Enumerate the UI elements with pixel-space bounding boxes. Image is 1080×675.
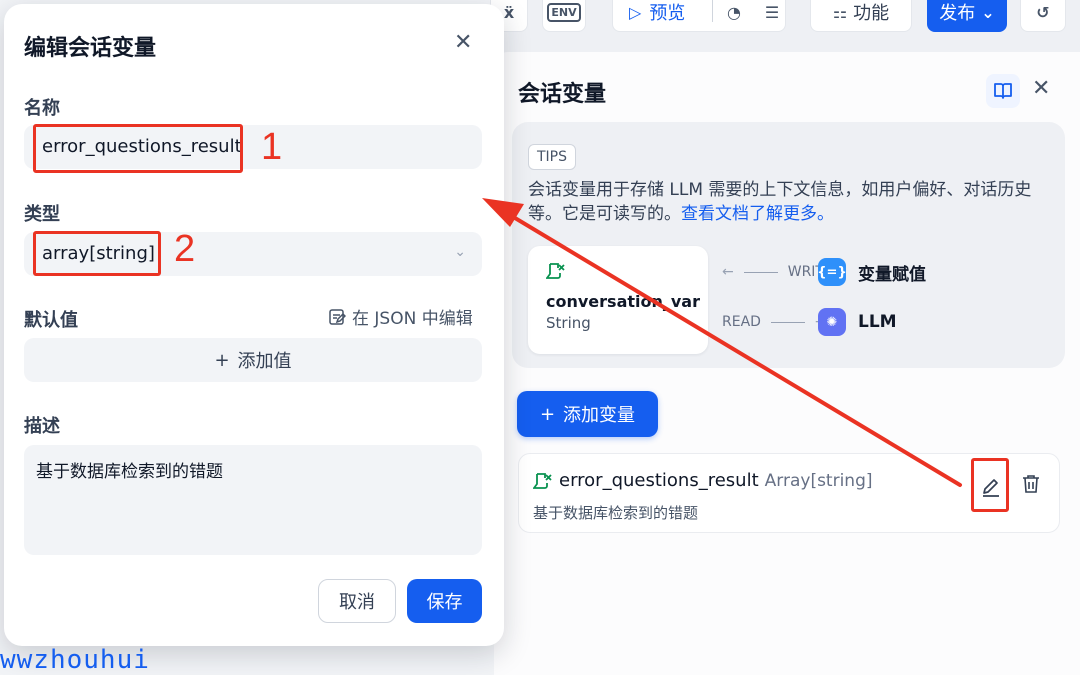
watermark: wwzhouhui [0,645,150,675]
annotation-arrow [482,198,962,487]
